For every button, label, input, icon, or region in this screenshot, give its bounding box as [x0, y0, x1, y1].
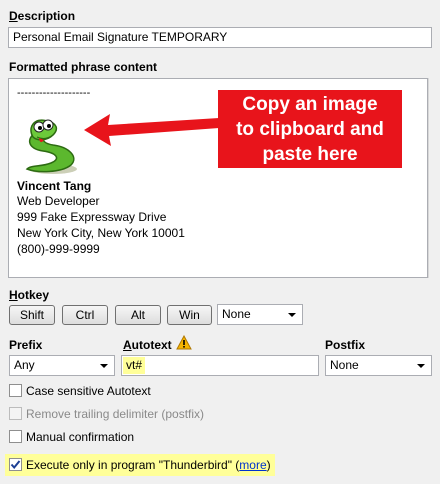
description-label: Description: [9, 9, 76, 23]
signature-name: Vincent Tang: [17, 179, 92, 193]
callout-line: Copy an image: [242, 94, 378, 115]
case-sensitive-label: Case sensitive Autotext: [26, 384, 151, 398]
autotext-label: Autotext: [123, 338, 172, 352]
postfix-select[interactable]: None: [325, 355, 432, 376]
signature-line: (800)-999-9999: [17, 242, 100, 256]
description-input[interactable]: Personal Email Signature TEMPORARY: [8, 27, 432, 48]
shift-button[interactable]: Shift: [9, 305, 55, 325]
checkmark-icon: [10, 460, 21, 470]
warning-icon: [176, 335, 192, 350]
ctrl-button[interactable]: Ctrl: [62, 305, 108, 325]
signature-line: Web Developer: [17, 194, 100, 208]
case-sensitive-checkbox[interactable]: [9, 384, 22, 397]
remove-trailing-checkbox[interactable]: [9, 407, 22, 420]
callout-line: to clipboard and: [236, 119, 384, 140]
hotkey-key-select[interactable]: None: [217, 304, 303, 325]
alt-button[interactable]: Alt: [115, 305, 161, 325]
prefix-select[interactable]: Any: [9, 355, 115, 376]
autotext-input[interactable]: vt#: [121, 355, 319, 376]
signature-lines: Web Developer 999 Fake Expressway Drive …: [17, 193, 185, 257]
hotkey-label: Hotkey: [9, 288, 50, 302]
paste-callout: Copy an image to clipboard and paste her…: [218, 90, 402, 168]
manual-confirmation-label: Manual confirmation: [26, 430, 135, 444]
execute-only-checkbox[interactable]: [9, 458, 22, 471]
execute-only-label: Execute only in program "Thunderbird" (m…: [26, 458, 271, 472]
prefix-label: Prefix: [9, 338, 43, 352]
signature-line: 999 Fake Expressway Drive: [17, 210, 167, 224]
formatted-content-label: Formatted phrase content: [9, 60, 158, 74]
arrow-pointer-icon: [84, 114, 219, 146]
editor-scrollbar[interactable]: [428, 78, 439, 278]
win-button[interactable]: Win: [167, 305, 212, 325]
postfix-label: Postfix: [325, 338, 366, 352]
signature-line: New York City, New York 10001: [17, 226, 185, 240]
remove-trailing-label: Remove trailing delimiter (postfix): [26, 407, 205, 421]
callout-line: paste here: [262, 144, 358, 165]
more-link[interactable]: more: [239, 458, 266, 472]
chevron-down-icon: [417, 364, 425, 368]
chevron-down-icon: [288, 313, 296, 317]
separator-line: --------------------: [17, 87, 91, 99]
manual-confirmation-checkbox[interactable]: [9, 430, 22, 443]
snake-image[interactable]: [17, 107, 87, 175]
autotext-value: vt#: [123, 357, 146, 374]
chevron-down-icon: [100, 364, 108, 368]
